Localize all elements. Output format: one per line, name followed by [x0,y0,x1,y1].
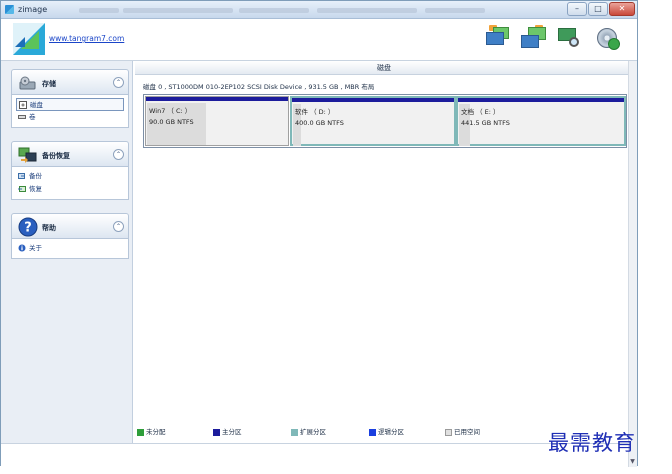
maximize-button[interactable]: □ [588,2,608,16]
title-bar[interactable]: zimage – □ ✕ [1,1,637,19]
minimize-button[interactable]: – [567,2,587,16]
legend-item-used-space: 已用空间 [445,428,480,437]
monitor-icon [486,32,504,45]
toolbar-browse-button[interactable] [555,23,584,53]
collapse-chevron-icon[interactable]: ⌃ [113,149,124,160]
blurred-title-region [79,8,119,13]
sidebar-item-label: 备份 [29,172,42,180]
panel-header[interactable]: ? 帮助 ⌃ [11,213,129,239]
website-link[interactable]: www.tangram7.com [49,34,124,43]
legend-label: 逻辑分区 [378,428,404,436]
panel-storage: 存储 ⌃ 磁盘 卷 [11,69,129,128]
svg-text:?: ? [24,221,32,236]
watermark-text: 最需教育 [548,431,636,455]
legend-swatch [291,429,298,436]
info-icon [18,244,26,252]
sidebar-item-volume[interactable]: 卷 [16,111,124,124]
legend-label: 扩展分区 [300,428,326,436]
panel-body: 磁盘 卷 [11,95,129,128]
disk-icon [19,101,27,109]
panel-body: 备份 恢复 [11,167,129,200]
refresh-icon [608,38,620,50]
toolbar-backup-button[interactable] [483,23,512,53]
toolbar-restore-button[interactable] [519,23,548,53]
help-icon: ? [18,217,38,237]
backup-icon [18,173,25,179]
sidebar: 存储 ⌃ 磁盘 卷 备份恢复 ⌃ 备份 恢复 ? 帮助 ⌃ 关于 [1,61,133,443]
sidebar-item-restore[interactable]: 恢复 [16,183,124,196]
primary-partition-bar [458,98,624,102]
app-window: zimage – □ ✕ www.tangram7.com 存储 ⌃ 磁盘 卷 … [0,0,638,467]
panel-header[interactable]: 备份恢复 ⌃ [11,141,129,167]
legend-swatch [445,429,452,436]
main-content: 磁盘 磁盘 0 , ST1000DM 010-2EP102 SCSI Disk … [135,61,633,443]
partition-size: 441.5 GB NTFS [461,119,510,127]
blurred-title-region [317,8,417,13]
partition-e[interactable]: 文档 （ E: ） 441.5 GB NTFS [456,96,626,146]
panel-help: ? 帮助 ⌃ 关于 [11,213,129,259]
scroll-down-arrow-icon[interactable]: ▼ [628,457,637,466]
collapse-chevron-icon[interactable]: ⌃ [113,77,124,88]
partition-name: 软件 （ D: ） [295,108,335,116]
panel-title: 存储 [42,80,56,88]
vertical-scrollbar[interactable] [628,61,637,467]
legend-label: 已用空间 [454,428,480,436]
toolbar-disk-refresh-button[interactable] [593,23,622,53]
column-header[interactable]: 磁盘 [135,61,633,75]
panel-title: 帮助 [42,224,56,232]
partition-size: 400.0 GB NTFS [295,119,344,127]
partition-name: 文档 （ E: ） [461,108,500,116]
partition-c[interactable]: Win7 （ C: ） 90.0 GB NTFS [145,96,289,146]
legend-swatch [213,429,220,436]
close-button[interactable]: ✕ [609,2,635,16]
legend-label: 主分区 [222,428,242,436]
collapse-chevron-icon[interactable]: ⌃ [113,221,124,232]
blurred-title-region [425,8,485,13]
primary-partition-bar [292,98,454,102]
sidebar-item-label: 关于 [29,244,42,252]
volume-icon [18,115,26,119]
legend-item-primary: 主分区 [213,428,242,437]
sidebar-item-label: 恢复 [29,185,42,193]
tangram-logo [13,23,45,55]
header-band: www.tangram7.com [1,19,637,61]
sidebar-item-disk[interactable]: 磁盘 [16,98,124,111]
partition-name: Win7 （ C: ） [149,107,192,115]
legend-label: 未分配 [146,428,166,436]
legend-swatch [369,429,376,436]
legend-item-logical: 逻辑分区 [369,428,404,437]
panel-header[interactable]: 存储 ⌃ [11,69,129,95]
backup-restore-icon [18,147,37,163]
magnifier-icon [569,37,579,47]
sidebar-item-label: 磁盘 [30,101,43,109]
primary-partition-bar [146,97,288,101]
disk-info-title: 磁盘 0 , ST1000DM 010-2EP102 SCSI Disk Dev… [143,83,375,91]
panel-title: 备份恢复 [42,152,70,160]
legend-swatch [137,429,144,436]
restore-icon [18,186,26,192]
app-icon [5,5,14,14]
monitor-icon [521,35,539,48]
storage-icon [19,76,36,90]
legend-item-extended: 扩展分区 [291,428,326,437]
sidebar-item-backup[interactable]: 备份 [16,170,124,183]
panel-body: 关于 [11,239,129,259]
window-title: zimage [18,5,48,14]
partition-d[interactable]: 软件 （ D: ） 400.0 GB NTFS [290,96,456,146]
panel-backup-restore: 备份恢复 ⌃ 备份 恢复 [11,141,129,200]
status-bar [1,443,628,467]
blurred-title-region [123,8,233,13]
legend-item-unallocated: 未分配 [137,428,166,437]
partition-size: 90.0 GB NTFS [149,118,194,126]
sidebar-item-label: 卷 [29,113,36,121]
blurred-title-region [239,8,309,13]
disk-partition-map: Win7 （ C: ） 90.0 GB NTFS 软件 （ D: ） 400.0… [143,94,627,148]
sidebar-item-about[interactable]: 关于 [16,242,124,255]
